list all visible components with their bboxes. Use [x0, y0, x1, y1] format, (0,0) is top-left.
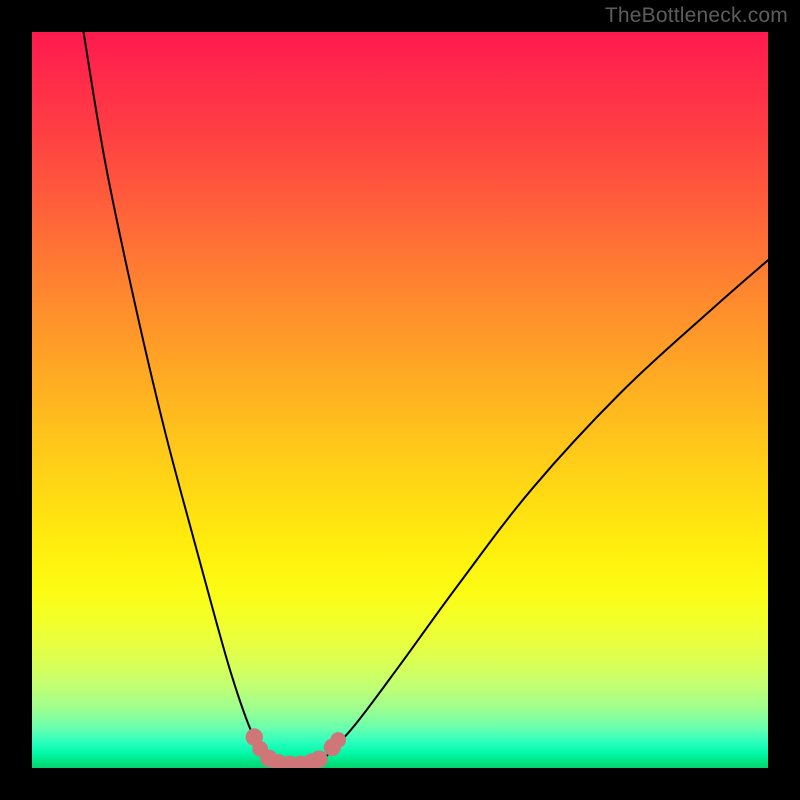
bottleneck-curve [32, 32, 768, 768]
watermark-text: TheBottleneck.com [605, 4, 788, 28]
plot-area [32, 32, 768, 768]
curve-marker [310, 751, 327, 768]
curve-path [84, 32, 768, 766]
curve-marker [330, 732, 346, 748]
chart-frame: TheBottleneck.com [0, 0, 800, 800]
